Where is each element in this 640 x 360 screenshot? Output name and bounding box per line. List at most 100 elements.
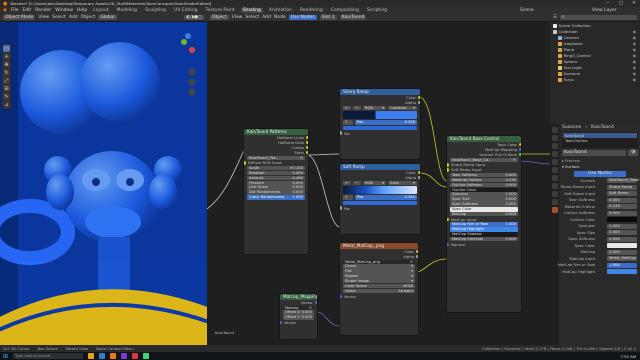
specular-field[interactable]: Specular 1.000	[450, 192, 518, 197]
line-scale-field[interactable]: Line Scale 0.000	[247, 185, 305, 190]
stop-index-field[interactable]: 1	[343, 120, 353, 125]
socket-vector[interactable]: Vector	[340, 294, 418, 299]
socket-alpha[interactable]: Alpha	[340, 175, 420, 180]
measure-tool-icon[interactable]: ⊿	[3, 101, 10, 108]
outliner-item[interactable]: Torus ◉	[553, 77, 640, 83]
file-explorer-icon[interactable]	[88, 353, 95, 359]
rotate-tool-icon[interactable]: ↻	[3, 69, 10, 76]
fake-user-icon[interactable]: 🛡	[628, 150, 638, 156]
display-mode-icon[interactable]: ☰	[553, 15, 557, 20]
shading-mode-buttons[interactable]: ◐◑●○	[184, 14, 204, 21]
blender-menu-icon[interactable]: ◉	[3, 8, 7, 13]
scene-tab-icon[interactable]	[551, 151, 558, 157]
tab-modeling[interactable]: Modeling	[115, 8, 139, 13]
material-slots-list[interactable]: KaioToon4 ToonOutline	[562, 132, 638, 148]
render-tab-icon[interactable]	[551, 135, 558, 141]
stop-position-field[interactable]: Pos 0.340	[355, 195, 417, 200]
properties-editor[interactable]: Suzanne › KaioToon4 KaioToon4 ToonOutlin…	[550, 124, 640, 345]
amount-field[interactable]: Amount -0.460	[247, 175, 305, 181]
annotate-tool-icon[interactable]: ✎	[3, 93, 10, 100]
prop-value-field[interactable]: Sharp Ramp	[607, 184, 637, 190]
prop-value-field[interactable]: 1.000	[607, 223, 637, 229]
interpolation-dropdown[interactable]: Ease ▾	[388, 181, 417, 186]
data-tab-icon[interactable]	[551, 199, 558, 205]
socket-alpha[interactable]: Alpha	[340, 254, 418, 259]
menu-render[interactable]: Render	[35, 8, 51, 13]
group-datablock[interactable]: KaioToon4_Pat... ✕	[247, 155, 305, 160]
stop-color-swatch[interactable]	[343, 125, 417, 131]
socket-vector-in[interactable]: Vector	[280, 320, 317, 325]
use-nodes-button[interactable]: Use Nodes	[574, 171, 626, 177]
tab-shading[interactable]: Shading	[240, 8, 263, 13]
stop-position-field[interactable]: Pos 0.438	[355, 120, 417, 125]
object-tab-icon[interactable]	[551, 167, 558, 173]
prop-value-field[interactable]: 0.000	[607, 249, 637, 255]
prop-value-field[interactable]: 1.000	[607, 262, 637, 268]
prop-color-swatch[interactable]	[607, 243, 637, 249]
prop-value-field[interactable]: 0.000	[607, 236, 637, 242]
socket-vector-out[interactable]: Vector	[280, 300, 317, 305]
prop-color-swatch[interactable]	[607, 217, 637, 223]
spec-color-swatch[interactable]: Spec Color	[450, 207, 518, 212]
prop-value-field[interactable]: 0.000	[607, 197, 637, 203]
socket-matcap-input[interactable]: MatCap Input	[447, 217, 521, 222]
material-tab-icon[interactable]	[551, 207, 558, 213]
tab-animation[interactable]: Animation	[267, 8, 294, 13]
windows-start-icon[interactable]: ⊞	[3, 353, 8, 360]
add-stop-button[interactable]: +	[343, 181, 351, 186]
image-datablock[interactable]: Metal_MatCap_png ✕	[343, 259, 415, 264]
maximize-button[interactable]: □	[615, 0, 627, 7]
socket-fac[interactable]: Fac	[340, 131, 420, 136]
prop-color-swatch[interactable]	[607, 269, 637, 275]
material-datablock-field[interactable]: KaioToon4	[562, 150, 627, 156]
menu-window[interactable]: Window	[55, 8, 73, 13]
node-kaiotoon-patterns[interactable]: KaioToon4 Patterns Halftone Lines Halfto…	[244, 129, 308, 254]
matcap-contrast-field[interactable]: MatCap Contrast 0.000	[450, 237, 518, 242]
output-tab-icon[interactable]	[551, 143, 558, 149]
outliner[interactable]: ☰ ⌕ Scene Collection Collection ◉ Camera ◉ I…	[550, 14, 640, 124]
prop-value-field[interactable]: Soft Ramp	[607, 191, 637, 197]
add-stop-button[interactable]: +	[343, 106, 351, 111]
toon-softness-field[interactable]: Toon Softness 0.000	[450, 172, 518, 178]
edge-browser-icon[interactable]	[99, 353, 106, 359]
physics-tab-icon[interactable]	[551, 183, 558, 189]
remove-stop-button[interactable]: −	[353, 181, 361, 186]
node-kaiotoon-base-control[interactable]: KaioToon4 Base Control Toon Color MatCap…	[447, 136, 521, 312]
slot-item[interactable]: ToonOutline	[563, 138, 637, 143]
socket-soft-ramp-input[interactable]: Soft Ramp Input	[447, 167, 521, 172]
offset-x-field[interactable]: Offset X 0.000	[283, 310, 314, 315]
outliner-search-input[interactable]: ⌕	[560, 14, 637, 21]
dot-randomness-field[interactable]: Dot Randomness 0.000	[247, 190, 305, 195]
constraints-tab-icon[interactable]	[551, 191, 558, 197]
matcap-shadow-swatch[interactable]: MatCap Shadow	[450, 232, 518, 237]
3d-viewport[interactable]: Object Mode View Select Add Object Globa…	[0, 14, 207, 345]
scale-tool-icon[interactable]: ⤢	[3, 77, 10, 84]
surface-panel-header[interactable]: ▾ Surface	[560, 164, 640, 170]
socket-normal[interactable]: Normal	[447, 242, 521, 247]
tab-rendering[interactable]: Rendering	[298, 8, 325, 13]
color-space-dropdown[interactable]: Color Space sRGB	[343, 283, 415, 289]
menu-edit[interactable]: Edit	[22, 8, 31, 13]
socket-alpha[interactable]: Alpha	[340, 100, 420, 105]
node-sharp-ramp[interactable]: Sharp Ramp Color Alpha + − RGB ▾ Constant…	[340, 89, 420, 159]
node-matcap-image-texture[interactable]: Metal_MatCap_.png Color Alpha Metal_MatC…	[340, 243, 418, 335]
close-button[interactable]: ✕	[628, 0, 640, 7]
crack-randomness-field[interactable]: Crack Randomness 1.000	[247, 195, 305, 200]
app-icon[interactable]	[132, 353, 139, 359]
prop-value-field[interactable]: Metal_MatCap	[607, 256, 637, 262]
add-menu[interactable]: Add	[69, 15, 78, 20]
prop-value-field[interactable]: 0.230	[607, 204, 637, 210]
stop-index-field[interactable]: 1	[343, 195, 353, 200]
color-ramp-gradient[interactable]	[343, 186, 417, 195]
prop-row[interactable]: MatCap Highlight	[560, 269, 640, 276]
remove-stop-button[interactable]: −	[353, 106, 361, 111]
tab-sculpting[interactable]: Sculpting	[143, 8, 168, 13]
matcap-field[interactable]: MatCap 0.000	[450, 212, 518, 217]
minimize-button[interactable]: ─	[602, 0, 614, 7]
view-layer-selector[interactable]: View Layer	[592, 8, 617, 13]
extension-dropdown[interactable]: Repeat ▾	[343, 274, 415, 279]
interpolation-dropdown[interactable]: Constant ▾	[388, 106, 417, 111]
spec-softness-field[interactable]: Spec Softness 0.000	[450, 202, 518, 207]
visibility-eye-icon[interactable]: ◉	[633, 77, 636, 83]
tab-layout[interactable]: Layout	[91, 8, 110, 13]
